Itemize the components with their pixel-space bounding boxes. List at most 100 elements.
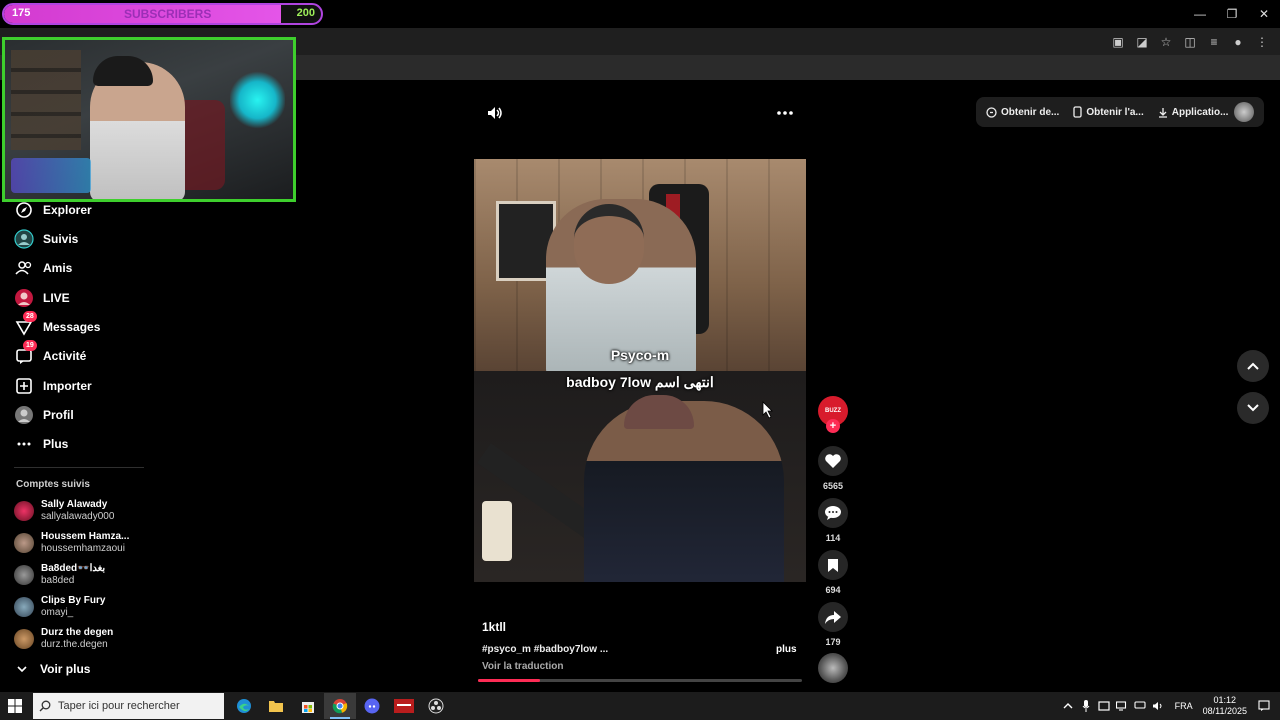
obs-app[interactable] <box>420 693 452 719</box>
edge-app[interactable] <box>228 693 260 719</box>
account-name: Houssem Hamza... <box>41 531 130 542</box>
chevron-up-icon <box>1247 362 1259 370</box>
save-button[interactable] <box>818 550 848 580</box>
share-count: 179 <box>825 637 841 647</box>
account-handle: houssemhamzaoui <box>41 543 125 554</box>
sidebar-item-suivis[interactable]: Suivis <box>14 227 78 251</box>
get-coins-button[interactable]: Obtenir de... <box>986 107 1059 118</box>
account-handle: ba8ded <box>41 575 75 586</box>
subscriber-goal: 200 <box>296 7 315 19</box>
get-app-button[interactable]: Obtenir l'a... <box>1073 106 1144 118</box>
chrome-icon <box>332 699 348 714</box>
media-controls-icon[interactable]: ≡ <box>1204 32 1224 52</box>
desktop-app-button[interactable]: Applicatio... <box>1158 106 1229 118</box>
video-top-scene <box>474 159 806 379</box>
input-language[interactable]: FRA <box>1175 701 1193 711</box>
comment-count: 114 <box>825 533 841 543</box>
video-caption-name: Psyco-m <box>610 347 670 363</box>
sidebar-item-label: LIVE <box>43 291 70 305</box>
coin-icon <box>986 106 997 118</box>
account-name: Clips By Fury <box>41 595 106 606</box>
sidebar-item-live[interactable]: LIVE <box>14 286 70 310</box>
followed-account[interactable]: Durz the degen durz.the.degen <box>14 624 113 654</box>
sidebar-item-importer[interactable]: Importer <box>14 374 92 398</box>
see-translation-link[interactable]: Voir la traduction <box>482 661 564 672</box>
sidebar-divider <box>14 467 144 468</box>
system-tray: FRA 01:12 08/11/2025 <box>1059 692 1280 720</box>
chrome-app[interactable] <box>324 693 356 719</box>
follow-button[interactable]: + <box>826 419 840 433</box>
previous-video-button[interactable] <box>1237 350 1269 382</box>
heart-icon <box>825 454 841 468</box>
voicemeeter-app[interactable] <box>388 693 420 719</box>
chat-icon[interactable] <box>1132 698 1148 714</box>
comment-button[interactable] <box>818 498 848 528</box>
volume-button[interactable] <box>484 102 506 124</box>
like-button[interactable] <box>818 446 848 476</box>
minimize-button[interactable]: — <box>1184 0 1216 28</box>
device-icon[interactable] <box>1096 698 1112 714</box>
user-avatar[interactable] <box>1234 102 1254 122</box>
sidebar-item-activite[interactable]: 19 Activité <box>14 340 86 368</box>
followed-account[interactable]: Sally Alawady sallyalawady000 <box>14 496 114 526</box>
followed-account[interactable]: Ba8ded👓بغدا ba8ded <box>14 560 105 590</box>
save-count: 694 <box>825 585 841 595</box>
more-options-button[interactable] <box>774 102 796 124</box>
followed-account[interactable]: Clips By Fury omayi_ <box>14 592 105 622</box>
store-app[interactable] <box>292 693 324 719</box>
download-icon <box>1158 107 1167 118</box>
sidebar-item-messages[interactable]: 28 Messages <box>14 311 100 339</box>
sidebar-item-plus[interactable]: Plus <box>14 432 68 456</box>
sidebar-item-profil[interactable]: Profil <box>14 403 74 427</box>
microphone-icon[interactable] <box>1078 698 1094 714</box>
phone-icon <box>1073 106 1082 118</box>
see-more-button[interactable]: Voir plus <box>16 662 90 676</box>
profile-avatar-icon <box>14 405 34 425</box>
subscriber-goal-bar: 175 SUBSCRIBERS 200 <box>2 3 323 25</box>
streamer-webcam <box>2 37 296 202</box>
avatar-icon <box>14 229 34 249</box>
discord-app[interactable] <box>356 693 388 719</box>
header-actions: Obtenir de... Obtenir l'a... Applicatio.… <box>976 97 1264 127</box>
video-description[interactable]: #psyco_m #badboy7low ... <box>482 644 608 655</box>
upload-icon <box>14 376 34 396</box>
restore-button[interactable]: ❐ <box>1216 0 1248 28</box>
network-icon[interactable] <box>1114 698 1130 714</box>
share-button[interactable] <box>818 602 848 632</box>
obs-icon <box>428 698 444 714</box>
clock-date: 08/11/2025 <box>1202 706 1247 716</box>
account-handle: durz.the.degen <box>41 639 108 650</box>
file-explorer-app[interactable] <box>260 693 292 719</box>
profile-icon[interactable]: ● <box>1228 32 1248 52</box>
notifications-icon[interactable] <box>1256 698 1272 714</box>
start-button[interactable] <box>8 699 22 718</box>
get-coins-label: Obtenir de... <box>1001 106 1060 118</box>
translate-icon[interactable]: ◪ <box>1132 32 1152 52</box>
extensions-icon[interactable]: ◫ <box>1180 32 1200 52</box>
activity-badge: 19 <box>23 340 37 351</box>
desktop-app-label: Applicatio... <box>1171 106 1229 118</box>
taskbar-search[interactable]: Taper ici pour rechercher <box>33 693 224 719</box>
next-video-button[interactable] <box>1237 392 1269 424</box>
account-name: Sally Alawady <box>41 499 108 510</box>
taskbar-clock[interactable]: 01:12 08/11/2025 <box>1203 695 1247 717</box>
close-window-button[interactable]: ✕ <box>1248 0 1280 28</box>
discord-icon <box>364 698 380 714</box>
more-dots-icon <box>14 434 34 454</box>
music-disc[interactable] <box>818 653 848 683</box>
video-author[interactable]: 1ktll <box>482 620 506 634</box>
sidebar-item-amis[interactable]: Amis <box>14 256 72 280</box>
followed-account[interactable]: Houssem Hamza... houssemhamzaoui <box>14 528 129 558</box>
video-caption-line: badboy 7low انتهى اسم <box>566 374 714 390</box>
show-hidden-icons-icon[interactable] <box>1060 698 1076 714</box>
chevron-down-icon <box>17 666 27 673</box>
search-placeholder: Taper ici pour rechercher <box>58 700 180 712</box>
browser-menu-icon[interactable]: ⋮ <box>1252 32 1272 52</box>
cast-icon[interactable]: ▣ <box>1108 32 1128 52</box>
video-progress-bar[interactable] <box>478 679 802 682</box>
volume-icon[interactable] <box>1150 698 1166 714</box>
bookmark-star-icon[interactable]: ☆ <box>1156 32 1176 52</box>
description-more-link[interactable]: plus <box>776 644 797 655</box>
like-count: 6565 <box>822 481 844 491</box>
video-player[interactable]: Psyco-m badboy 7low انتهى اسم <box>474 159 806 582</box>
